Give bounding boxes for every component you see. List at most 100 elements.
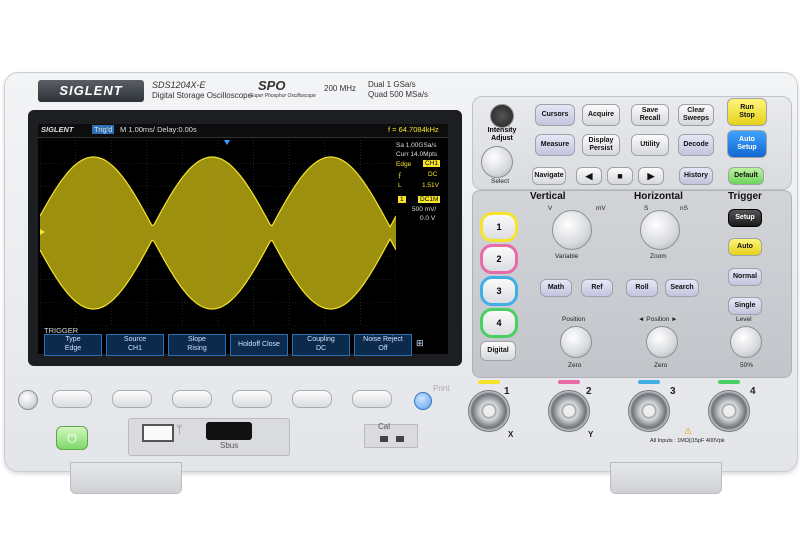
ref-button[interactable]: Ref — [581, 279, 613, 297]
trigger-setup-button[interactable]: Setup — [728, 209, 762, 227]
menu-on-off-button[interactable] — [18, 390, 38, 410]
clear-sweeps-label: Clear Sweeps — [682, 107, 710, 122]
spo-caption: Super Phosphor Oscilloscope — [250, 93, 316, 99]
ch1-button[interactable]: 1 — [480, 212, 518, 242]
default-button[interactable]: Default — [728, 167, 764, 185]
trigger-type: Edge — [396, 161, 412, 168]
ground-terminal[interactable] — [396, 436, 404, 442]
horizontal-title: Horizontal — [634, 191, 683, 202]
save-recall-button[interactable]: Save Recall — [631, 104, 669, 126]
softkey-5[interactable] — [292, 390, 332, 408]
ch3-bnc-input[interactable] — [628, 390, 670, 432]
menu-noise-reject-value: Off — [378, 345, 388, 352]
auto-setup-label: Auto Setup — [737, 136, 757, 151]
trigger-position-marker — [224, 140, 230, 145]
volts-label: V — [548, 205, 553, 212]
trigger-level-knob[interactable] — [730, 326, 762, 358]
horizontal-position-knob[interactable] — [646, 326, 678, 358]
trigger-single-button[interactable]: Single — [728, 297, 762, 315]
softkey-3[interactable] — [172, 390, 212, 408]
universal-knob[interactable] — [481, 146, 513, 178]
auto-setup-button[interactable]: Auto Setup — [727, 130, 767, 158]
navigate-right-button[interactable]: ▶ — [638, 167, 664, 185]
measure-label: Measure — [540, 141, 570, 148]
menu-source-label: Source — [123, 336, 147, 343]
v-zero-label: Zero — [568, 362, 582, 369]
menu-coupling-label: Coupling — [307, 336, 335, 343]
ch2-bnc-input[interactable] — [548, 390, 590, 432]
bnc-1-label: 1 — [504, 386, 510, 397]
digital-button[interactable]: Digital — [480, 341, 516, 361]
bandwidth-label: 200 MHz — [324, 84, 357, 93]
ch2-color-stripe — [558, 380, 580, 384]
softkey-6[interactable] — [352, 390, 392, 408]
trigger-auto-button[interactable]: Auto — [728, 238, 762, 256]
search-button[interactable]: Search — [665, 279, 699, 297]
history-button[interactable]: History — [679, 167, 713, 185]
waveform-plot — [40, 140, 396, 326]
ch1-offset: 0.0 V — [420, 215, 436, 222]
brand-logo: SIGLENT — [38, 80, 144, 102]
softkey-4[interactable] — [232, 390, 272, 408]
ch1-waveform-envelope — [40, 157, 396, 309]
display-persist-button[interactable]: Display Persist — [582, 134, 620, 156]
roll-button[interactable]: Roll — [626, 279, 658, 297]
softkey-1[interactable] — [52, 390, 92, 408]
power-button[interactable]: ⏻ — [56, 426, 88, 450]
normal-label: Normal — [732, 273, 758, 280]
volts-div-knob[interactable] — [552, 210, 592, 250]
time-div-knob[interactable] — [640, 210, 680, 250]
menu-type-label: Type — [65, 336, 81, 343]
clear-sweeps-button[interactable]: Clear Sweeps — [678, 104, 714, 126]
acquire-label: Acquire — [587, 111, 615, 118]
bnc-2-label: 2 — [586, 386, 592, 397]
math-button[interactable]: Math — [540, 279, 572, 297]
print-button[interactable] — [414, 392, 432, 410]
stop-icon: ■ — [617, 171, 623, 181]
bnc-4-label: 4 — [750, 386, 756, 397]
vertical-position-knob[interactable] — [560, 326, 592, 358]
trigger-level: 1.51V — [422, 182, 439, 189]
single-label: Single — [734, 302, 756, 309]
intensity-label: Intensity Adjust — [487, 127, 517, 142]
utility-button[interactable]: Utility — [631, 134, 669, 156]
ch4-button[interactable]: 4 — [480, 308, 518, 338]
menu-source: Source CH1 — [106, 334, 164, 356]
digital-label: Digital — [487, 347, 509, 354]
ch4-bnc-input[interactable] — [708, 390, 750, 432]
ch4-label: 4 — [496, 318, 502, 328]
trigger-normal-button[interactable]: Normal — [728, 268, 762, 286]
navigate-stop-button[interactable]: ■ — [607, 167, 633, 185]
ch1-label: 1 — [496, 222, 502, 232]
navigate-button[interactable]: Navigate — [532, 167, 566, 185]
ch4-color-stripe — [718, 380, 740, 384]
trigger-source: CH1 — [423, 160, 441, 167]
menu-source-value: CH1 — [127, 345, 142, 352]
navigate-left-button[interactable]: ◀ — [576, 167, 602, 185]
usb-host-port[interactable] — [142, 424, 174, 442]
acquire-button[interactable]: Acquire — [582, 104, 620, 126]
ch1-color-stripe — [478, 380, 500, 384]
cursors-button[interactable]: Cursors — [535, 104, 575, 126]
h-position-label: ◄ Position ► — [638, 316, 678, 323]
intensity-button[interactable] — [490, 104, 514, 128]
ch2-button[interactable]: 2 — [480, 244, 518, 274]
variable-label: Variable — [555, 253, 579, 260]
auto-label: Auto — [737, 243, 753, 250]
select-label: Select — [491, 178, 510, 185]
save-recall-label: Save Recall — [639, 107, 661, 122]
measure-button[interactable]: Measure — [535, 134, 575, 156]
utility-label: Utility — [640, 141, 660, 148]
menu-slope-label: Slope — [188, 336, 206, 343]
usb-device-port[interactable] — [206, 422, 252, 440]
run-stop-button[interactable]: Run Stop — [727, 98, 767, 126]
spo-logo: SPO — [258, 78, 286, 93]
cal-terminal[interactable] — [380, 436, 388, 442]
timebase-readout: M 1.00ms/ Delay:0.00s — [120, 125, 197, 134]
decode-button[interactable]: Decode — [678, 134, 714, 156]
foot-right — [610, 462, 722, 494]
zoom-label: Zoom — [650, 253, 667, 260]
ch3-button[interactable]: 3 — [480, 276, 518, 306]
v-position-label: Position — [562, 316, 586, 323]
softkey-2[interactable] — [112, 390, 152, 408]
